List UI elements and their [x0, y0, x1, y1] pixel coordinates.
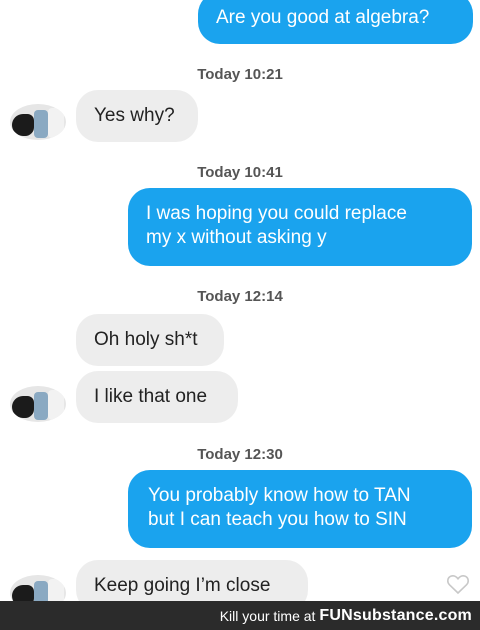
incoming-message: Oh holy sh*t: [76, 314, 224, 366]
message-text-line: my x without asking y: [146, 227, 327, 248]
outgoing-message: You probably know how to TAN but I can t…: [128, 470, 472, 548]
avatar: [10, 104, 66, 140]
timestamp: Today 12:30: [197, 446, 283, 463]
message-text: I like that one: [94, 386, 208, 407]
message-text-line: but I can teach you how to SIN: [148, 509, 407, 530]
avatar: [10, 386, 66, 422]
footer-brand: FUNsubstance.com: [319, 606, 472, 624]
timestamp: Today 10:41: [197, 164, 283, 181]
timestamp: Today 12:14: [197, 288, 283, 305]
timestamp: Today 10:21: [197, 66, 283, 83]
message-text: Oh holy sh*t: [94, 329, 198, 350]
message-text: Keep going I’m close: [94, 575, 271, 596]
footer-text: Kill your time at: [219, 607, 316, 624]
incoming-message: Yes why?: [76, 90, 198, 142]
outgoing-message: Are you good at algebra?: [198, 0, 473, 44]
heart-icon[interactable]: [446, 573, 470, 595]
message-text-line: I was hoping you could replace: [146, 203, 407, 224]
message-text-line: You probably know how to TAN: [148, 485, 411, 506]
message-text: Are you good at algebra?: [216, 7, 430, 28]
incoming-message: I like that one: [76, 371, 238, 423]
watermark-footer: Kill your time at FUNsubstance.com: [0, 601, 480, 630]
message-text: Yes why?: [94, 105, 175, 126]
outgoing-message: I was hoping you could replace my x with…: [128, 188, 472, 266]
